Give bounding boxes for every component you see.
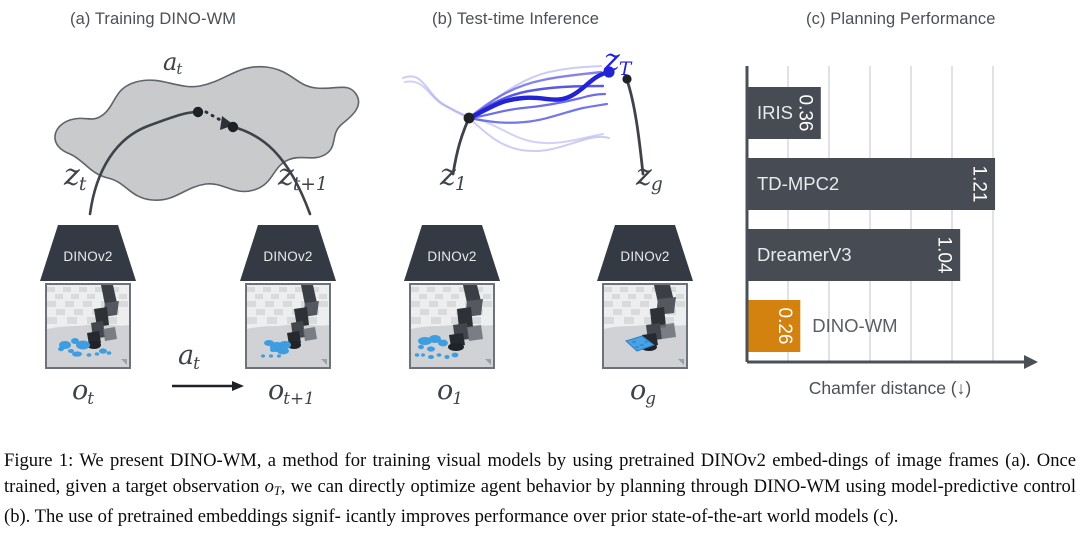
bar-label-dino-wm: DINO-WM bbox=[812, 315, 897, 336]
caption-line-1: We present DINO-WM, a method for trainin… bbox=[73, 450, 828, 471]
dinov2-encoder-a1: DINOv2 bbox=[40, 225, 136, 281]
bar-label-iris: IRIS bbox=[757, 102, 793, 123]
observation-label-o1: o1 bbox=[437, 375, 463, 408]
caption-math-oT: oT bbox=[264, 476, 281, 499]
candidate-trajectory-faint-2 bbox=[404, 80, 604, 145]
x-axis-label: Chamfer distance (↓) bbox=[809, 378, 971, 398]
observation-thumbnail-o1 bbox=[409, 283, 495, 369]
bar-label-dreamerv3: DreamerV3 bbox=[757, 244, 852, 265]
observation-thumbnail-og bbox=[602, 283, 688, 369]
latent-label-zg: zg bbox=[636, 158, 663, 196]
latent-label-zT: zT bbox=[604, 43, 632, 81]
observation-thumbnail-ot bbox=[45, 283, 131, 369]
observation-thumbnail-ot1 bbox=[245, 283, 331, 369]
planning-performance-chart: IRIS 0.36 TD-MPC2 1.21 DreamerV3 1.04 DINO-WM 0… bbox=[740, 60, 1040, 398]
caption-figure-number: Figure 1: bbox=[4, 450, 74, 471]
action-label-at-between: at bbox=[178, 340, 200, 373]
figure-root: (a) Training DINO-WM (b) Test-time Infer… bbox=[0, 0, 1080, 558]
bar-value-dino-wm: 0.26 bbox=[774, 308, 795, 345]
observation-label-ot: ot bbox=[72, 375, 94, 408]
figure-caption: Figure 1: We present DINO-WM, a method f… bbox=[4, 448, 1076, 530]
bar-value-dreamerv3: 1.04 bbox=[934, 237, 955, 274]
dinov2-encoder-a2: DINOv2 bbox=[240, 225, 336, 281]
panel-b-title: (b) Test-time Inference bbox=[432, 10, 600, 28]
action-label-at-manifold: at bbox=[163, 48, 183, 79]
latent-state-dot-t1 bbox=[227, 121, 239, 133]
observation-label-ot1: ot+1 bbox=[268, 375, 315, 408]
bar-value-iris: 0.36 bbox=[794, 95, 815, 132]
action-transition-arrow bbox=[172, 381, 244, 391]
dinov2-encoder-b1: DINOv2 bbox=[404, 225, 500, 281]
start-state-dot bbox=[463, 112, 475, 124]
latent-label-zt1: zt+1 bbox=[278, 158, 328, 196]
panel-a-title: (a) Training DINO-WM bbox=[70, 10, 237, 28]
dinov2-encoder-b2: DINOv2 bbox=[597, 225, 693, 281]
latent-label-zt: zt bbox=[64, 158, 87, 196]
x-axis-arrowhead bbox=[1024, 355, 1038, 369]
optimal-trajectory bbox=[466, 69, 612, 121]
caption-line-2b: , we can directly optimize agent behavio… bbox=[280, 476, 592, 497]
caption-line-4: icantly improves performance over prior … bbox=[345, 506, 899, 528]
observation-label-og: og bbox=[630, 375, 656, 408]
bar-label-td-mpc2: TD-MPC2 bbox=[757, 173, 839, 194]
chart-canvas: IRIS 0.36 TD-MPC2 1.21 DreamerV3 1.04 DINO-WM 0… bbox=[745, 66, 1038, 398]
panel-c-title: (c) Planning Performance bbox=[806, 10, 996, 28]
latent-state-dot-t bbox=[192, 106, 204, 118]
candidate-trajectory-mid-1 bbox=[467, 70, 603, 120]
latent-label-z1: z1 bbox=[440, 158, 467, 196]
bar-value-td-mpc2: 1.21 bbox=[969, 166, 990, 203]
